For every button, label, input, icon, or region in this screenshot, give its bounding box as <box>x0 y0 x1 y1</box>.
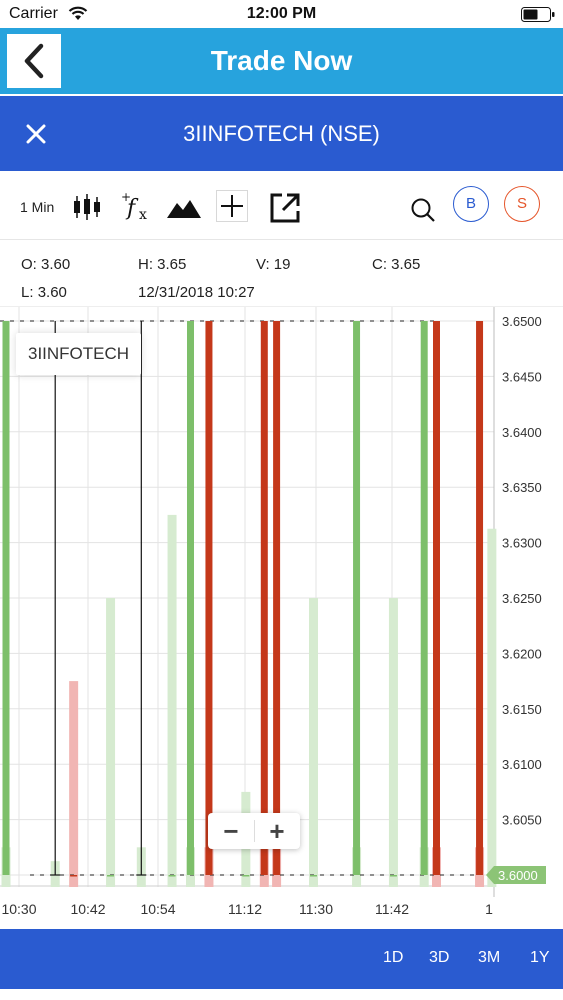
candle-body <box>70 875 78 877</box>
candle-body <box>260 321 268 875</box>
range-1d[interactable]: 1D <box>383 949 403 967</box>
y-tick-label: 3.6500 <box>502 314 542 329</box>
candle-body <box>389 875 397 877</box>
sell-button[interactable]: S <box>504 186 540 222</box>
low-value: L: 3.60 <box>21 284 67 301</box>
ohlc-datetime: 12/31/2018 10:27 <box>138 284 255 301</box>
svg-text:x: x <box>139 207 147 223</box>
x-tick-label: 11:42 <box>375 901 409 917</box>
area-chart-button[interactable] <box>165 193 203 221</box>
indicator-button[interactable]: + f x <box>120 190 152 223</box>
symbol-header: 3IINFOTECH (NSE) <box>0 96 563 171</box>
app-header: Trade Now <box>0 28 563 94</box>
status-bar: Carrier 12:00 PM <box>0 0 563 28</box>
candle-body <box>242 875 250 877</box>
back-button[interactable] <box>7 34 61 88</box>
y-tick-label: 3.6200 <box>502 646 542 661</box>
zoom-control: − + <box>208 813 300 849</box>
candle-body <box>420 321 428 875</box>
buy-button[interactable]: B <box>453 186 489 222</box>
page-title: Trade Now <box>210 45 353 76</box>
zoom-out-button[interactable]: − <box>208 813 254 849</box>
candlestick-icon <box>74 194 100 220</box>
candle-body <box>168 875 176 877</box>
y-tick-label: 3.6400 <box>502 425 542 440</box>
svg-text:f: f <box>125 196 139 221</box>
plus-icon <box>221 195 243 217</box>
y-tick-label: 3.6450 <box>502 369 542 384</box>
symbol-title: 3IINFOTECH (NSE) <box>183 121 380 146</box>
x-tick-label: 10:30 <box>1 901 36 917</box>
chevron-left-icon <box>24 43 44 79</box>
chart-legend: 3IINFOTECH <box>16 333 142 375</box>
crosshair-button[interactable] <box>216 190 248 222</box>
open-value: O: 3.60 <box>21 256 71 273</box>
search-icon <box>411 198 435 222</box>
range-3d[interactable]: 3D <box>429 949 449 967</box>
chart-type-button[interactable] <box>72 193 102 221</box>
volume-bar <box>106 598 116 887</box>
external-link-icon <box>270 193 300 223</box>
carrier-label: Carrier <box>9 5 58 22</box>
candle-body <box>187 321 194 875</box>
x-tick-label: 11:12 <box>228 901 262 917</box>
y-tick-label: 3.6150 <box>502 702 542 717</box>
battery-icon <box>521 7 555 22</box>
volume-bar <box>309 598 318 887</box>
candle-body <box>476 321 484 875</box>
wifi-icon <box>68 6 88 20</box>
y-tick-label: 3.6250 <box>502 591 542 606</box>
bottom-strip <box>0 989 563 1000</box>
chart-toolbar: 1 Min + f x B S <box>0 171 563 240</box>
search-button[interactable] <box>409 196 437 224</box>
candle-body <box>205 321 213 875</box>
range-1y[interactable]: 1Y <box>530 949 550 967</box>
mountain-icon <box>167 200 201 218</box>
candle-body <box>353 321 361 875</box>
candle-body <box>2 321 10 875</box>
volume-value: V: 19 <box>256 256 291 273</box>
x-tick-label: 11:30 <box>299 901 333 917</box>
x-tick-label: 10:54 <box>140 901 175 917</box>
ohlc-panel: O: 3.60 H: 3.65 V: 19 C: 3.65 L: 3.60 12… <box>0 240 563 307</box>
share-button[interactable] <box>268 191 302 225</box>
y-tick-label: 3.6050 <box>502 813 542 828</box>
close-value: C: 3.65 <box>372 256 421 273</box>
x-tick-label: 10:42 <box>70 901 105 917</box>
high-value: H: 3.65 <box>138 256 187 273</box>
y-tick-label: 3.6100 <box>502 757 542 772</box>
range-3m[interactable]: 3M <box>478 949 500 967</box>
interval-button[interactable]: 1 Min <box>20 199 54 215</box>
close-button[interactable] <box>20 118 52 150</box>
close-icon <box>26 124 46 144</box>
candle-body <box>310 875 317 877</box>
function-icon: + f x <box>121 190 147 223</box>
volume-bar <box>69 681 79 887</box>
range-selector: 1D 3D 3M 1Y <box>0 929 563 989</box>
y-tick-label: 3.6350 <box>502 480 542 495</box>
candle-body <box>433 321 440 875</box>
volume-bar <box>167 514 177 887</box>
zoom-in-button[interactable]: + <box>254 813 300 849</box>
y-tick-label: 3.6300 <box>502 536 542 551</box>
current-price-label: 3.6000 <box>498 868 538 883</box>
candle-body <box>107 875 115 877</box>
volume-bar <box>388 598 398 887</box>
volume-bar <box>487 528 497 887</box>
candle-body <box>273 321 281 875</box>
x-tick-label: 1 <box>485 901 493 917</box>
